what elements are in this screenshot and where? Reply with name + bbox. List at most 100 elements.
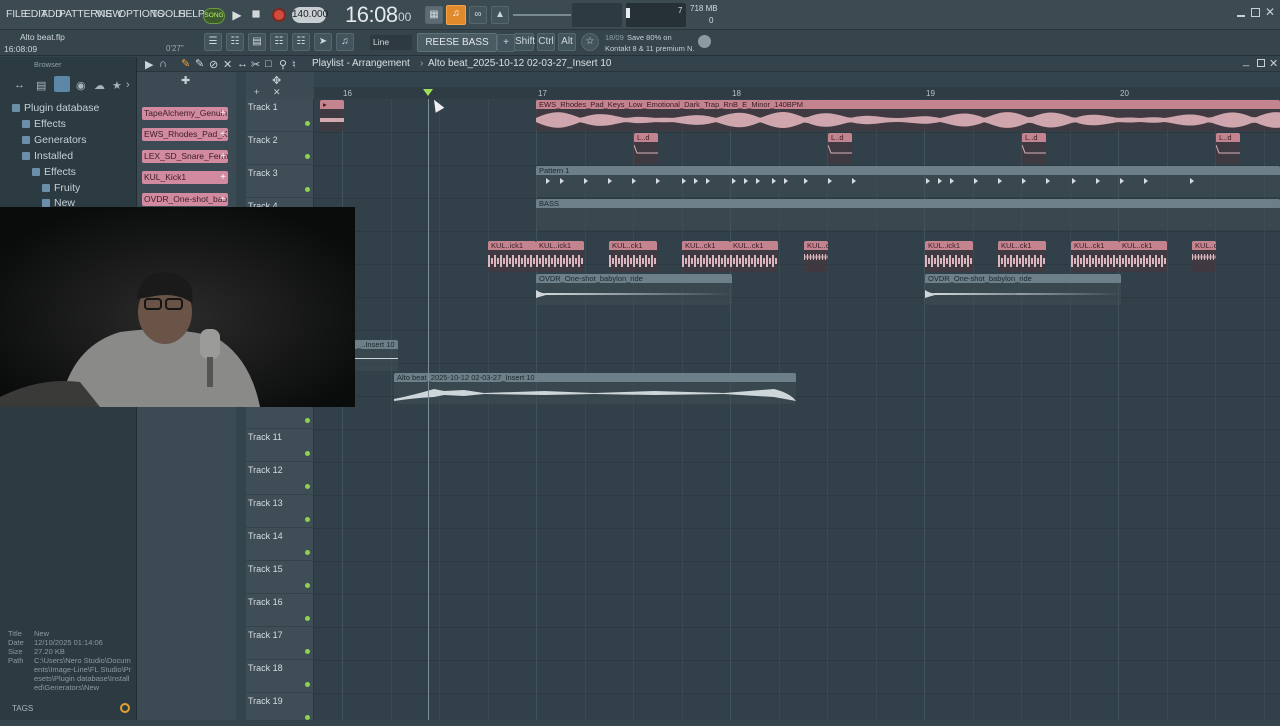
news-title[interactable]: Save 80% on [627, 33, 672, 42]
track-row[interactable]: Track 19 [246, 693, 314, 726]
track-enable-led[interactable] [305, 187, 310, 192]
zoom-icon[interactable]: ⚲ [279, 58, 287, 71]
remove-track-icon[interactable]: ✕ [273, 87, 281, 98]
playlist-minimize-icon[interactable]: _ [1243, 55, 1249, 67]
tree-fruity[interactable]: Fruity [42, 182, 80, 194]
audio-clip-insert-long[interactable]: Alto beat_2025-10-12 02-03-27_Insert 10 [394, 373, 796, 404]
track-row[interactable]: Track 14 [246, 528, 314, 561]
audio-clip-kick[interactable]: KUL..ck1 [1071, 241, 1119, 272]
track-row[interactable]: Track 3 [246, 165, 314, 198]
piano-roll-icon[interactable]: ▤ [248, 33, 266, 51]
track-enable-led[interactable] [305, 121, 310, 126]
tree-effects[interactable]: Effects [22, 118, 66, 130]
audio-clip-kick[interactable]: KUL..ck1 [682, 241, 730, 272]
wait-input-icon[interactable]: ∞ [469, 6, 487, 24]
audio-clip-kick[interactable]: KUL..ck1 [1119, 241, 1167, 272]
audio-clip-snare[interactable]: L..d [634, 133, 658, 164]
track-row[interactable]: Track 16 [246, 594, 314, 627]
master-volume-slider[interactable] [513, 14, 571, 16]
audio-clip-kick[interactable]: KUL..ck1 [609, 241, 657, 272]
audio-clip-kick[interactable]: KUL..ick1 [536, 241, 584, 272]
track-row[interactable]: Track 1 [246, 99, 314, 132]
channel-tapealchemy[interactable]: TapeAlchemy_Genuin.. + [142, 107, 228, 120]
menu-help[interactable]: HELP [178, 8, 205, 20]
audio-clip-rhodes[interactable]: EWS_Rhodes_Pad_Keys_Low_Emotional_Dark_T… [536, 100, 1280, 131]
channel-lex-snare[interactable]: LEX_SD_Snare_Ferm.. + [142, 150, 228, 163]
audio-clip-snare[interactable]: L..d [1216, 133, 1240, 164]
playlist-icon[interactable]: ☷ [226, 33, 244, 51]
track-enable-led[interactable] [305, 583, 310, 588]
channel-kul-kick1[interactable]: KUL_Kick1 + [142, 171, 228, 184]
news-icon[interactable]: ☆ [581, 33, 599, 51]
channel-rack-icon[interactable]: ☷ [270, 33, 288, 51]
star-icon[interactable]: ★ [112, 79, 122, 92]
search-icon[interactable] [120, 703, 130, 713]
snap-selector[interactable]: Line [370, 35, 412, 50]
tree-generators[interactable]: Generators [22, 134, 87, 146]
track-row[interactable]: Track 15 [246, 561, 314, 594]
add-channel-icon[interactable]: ✚ [181, 74, 190, 87]
pattern-clip-pattern1[interactable]: Pattern 1 [536, 166, 1280, 197]
pencil-icon[interactable]: ✎ [181, 57, 190, 70]
tempo-display[interactable]: 140.000 [292, 7, 328, 23]
audio-clip-kick[interactable]: KUL..ck1 [804, 241, 828, 272]
track-enable-led[interactable] [305, 550, 310, 555]
playlist-close-icon[interactable]: ✕ [1269, 57, 1278, 70]
mute-icon[interactable]: ✕ [223, 58, 232, 71]
ctrl-key-button[interactable]: Ctrl [537, 33, 555, 51]
maximize-window-icon[interactable] [1251, 8, 1260, 17]
audio-clip-insert-short[interactable]: _..Insert 10 [354, 340, 398, 371]
track-enable-led[interactable] [305, 616, 310, 621]
track-enable-led[interactable] [305, 715, 310, 720]
playhead-marker-icon[interactable] [423, 89, 433, 96]
track-row[interactable]: Track 18 [246, 660, 314, 693]
audio-clip-kick[interactable]: KUL..ck1 [998, 241, 1046, 272]
tree-plugin-database[interactable]: Plugin database [12, 102, 99, 114]
track-enable-led[interactable] [305, 682, 310, 687]
metronome-icon[interactable]: ♫ [446, 5, 466, 25]
audio-clip-ovdr[interactable]: OVDR_One-shot_babylon_ride [925, 274, 1121, 305]
audio-clip-ovdr[interactable]: OVDR_One-shot_babylon_ride [536, 274, 732, 305]
typing-keyboard-icon[interactable]: ▦ [425, 6, 443, 24]
globe-icon[interactable] [698, 35, 711, 48]
chevron-right-icon[interactable]: › [126, 79, 130, 91]
playlist-maximize-icon[interactable] [1257, 59, 1265, 67]
play-pattern-icon[interactable]: ▶ [145, 58, 153, 71]
playlist-breadcrumb[interactable]: Alto beat_2025-10-12 02-03-27_Insert 10 [428, 58, 611, 69]
channel-add-icon[interactable]: + [220, 128, 226, 141]
brush-icon[interactable]: ✎ [195, 57, 204, 70]
audio-clip-kick[interactable]: KUL..ick1 [925, 241, 973, 272]
record-button[interactable] [272, 8, 286, 22]
browser-icon[interactable]: ☷ [292, 33, 310, 51]
audio-clip-snare[interactable]: L..d [1022, 133, 1046, 164]
stop-button[interactable] [252, 10, 260, 18]
track-enable-led[interactable] [305, 451, 310, 456]
arrow-icon[interactable]: ➤ [314, 33, 332, 51]
tags-label[interactable]: TAGS [12, 704, 33, 713]
channel-add-icon[interactable]: + [220, 150, 226, 163]
track-enable-led[interactable] [305, 484, 310, 489]
news-body[interactable]: Kontakt 8 & 11 premium N. [605, 44, 694, 53]
select-icon[interactable]: □ [265, 58, 272, 70]
track-enable-led[interactable] [305, 154, 310, 159]
channel-add-icon[interactable]: + [220, 107, 226, 120]
track-row[interactable]: Track 17 [246, 627, 314, 660]
add-pattern-icon[interactable]: + [497, 34, 515, 52]
shift-key-button[interactable]: Shift [514, 33, 535, 51]
track-enable-led[interactable] [305, 418, 310, 423]
audio-clip-snare[interactable]: L..d [828, 133, 852, 164]
back-arrow-icon[interactable]: ↔ [14, 79, 25, 91]
pattern-clip-bass[interactable]: BASS▸▸▸ [536, 199, 1280, 230]
magnet-icon[interactable]: ∩ [159, 58, 167, 70]
close-window-icon[interactable]: ✕ [1265, 5, 1275, 19]
tree-installed-effects[interactable]: Effects [32, 166, 76, 178]
master-pitch-slider[interactable] [572, 3, 622, 27]
delete-icon[interactable]: ⊘ [209, 58, 218, 71]
slip-icon[interactable]: ↔ [237, 58, 248, 70]
audio-clip-kick[interactable]: KUL..ck1 [1192, 241, 1216, 272]
mixer-icon[interactable]: ☰ [204, 33, 222, 51]
cloud-icon[interactable]: ☁ [94, 79, 105, 92]
track-row[interactable]: Track 2 [246, 132, 314, 165]
move-icon[interactable]: ✥ [272, 74, 281, 87]
playlist-grid[interactable]: ▸ EWS_Rhodes_Pad_Keys_Low_Emotional_Dark… [314, 99, 1280, 720]
